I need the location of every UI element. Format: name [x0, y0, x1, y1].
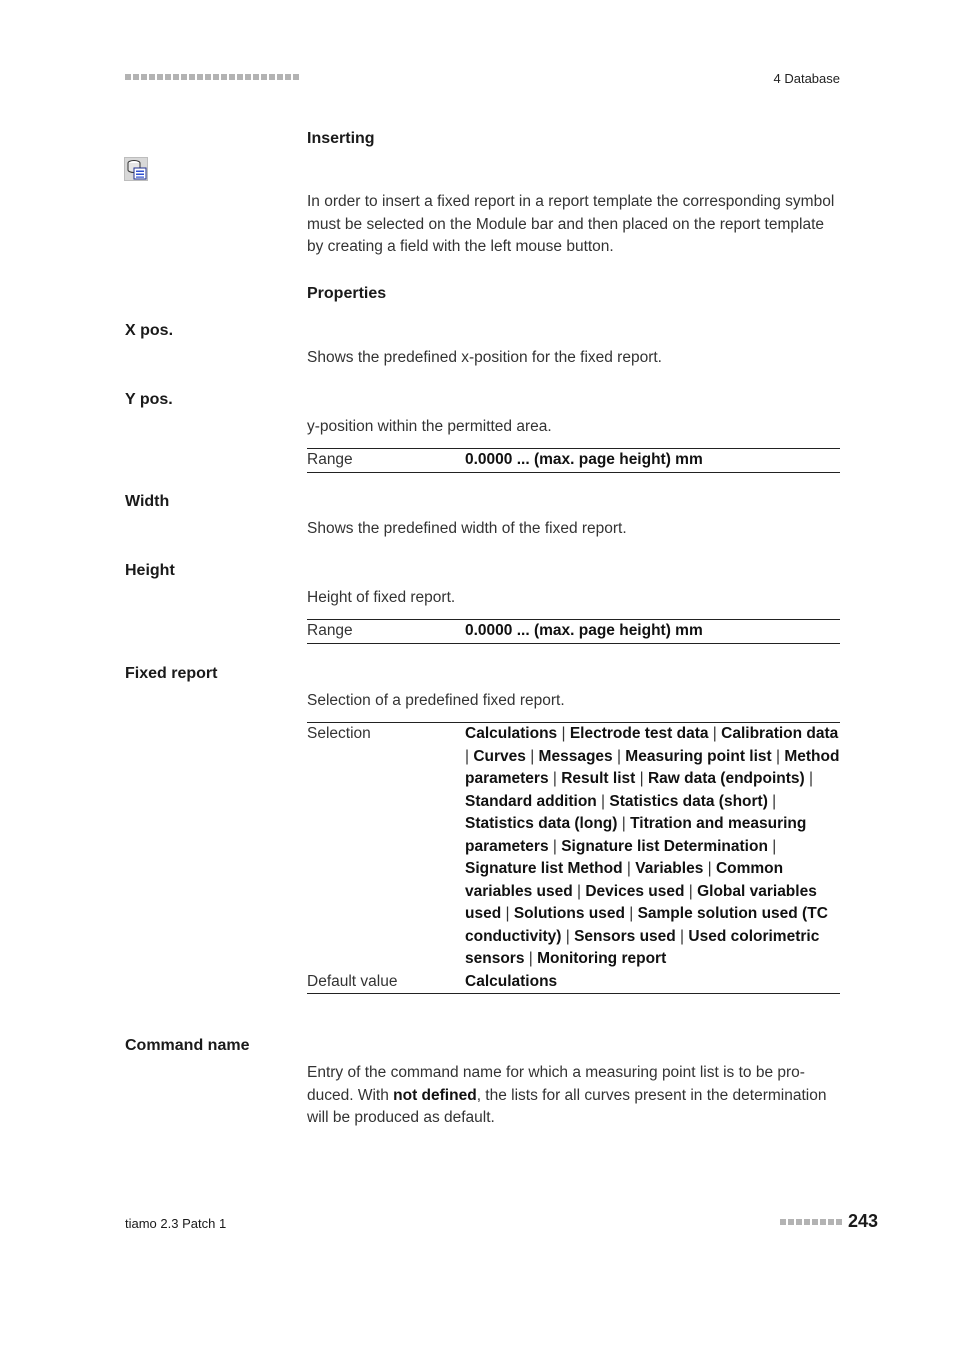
- option-separator: |: [548, 770, 562, 787]
- option-separator: |: [524, 950, 538, 967]
- selection-option: Monitoring report: [537, 950, 667, 967]
- footer-product: tiamo 2.3 Patch 1: [125, 1216, 227, 1231]
- selection-option: Variables: [635, 860, 704, 877]
- option-separator: |: [675, 927, 689, 945]
- range-key: Range: [307, 451, 353, 468]
- default-row: Default value Calculations: [307, 971, 840, 994]
- option-separator: |: [525, 747, 539, 765]
- default-key: Default value: [307, 972, 398, 990]
- selection-option: Curves: [473, 747, 526, 765]
- footer-decoration: [779, 1218, 842, 1225]
- option-separator: |: [708, 725, 722, 742]
- default-value: Calculations: [465, 972, 558, 990]
- selection-option: Signature list Method: [465, 860, 623, 877]
- selection-option: Raw data (endpoints): [647, 770, 805, 787]
- selection-key: Selection: [307, 725, 371, 742]
- selection-option: Solutions used: [513, 905, 625, 922]
- selection-option: Measuring point list: [625, 747, 772, 765]
- command-name-label: Command name: [125, 1037, 250, 1054]
- selection-option: Statistics data (short): [609, 792, 768, 810]
- range-value: 0.0000 ... (max. page height) mm: [465, 622, 703, 639]
- range-key: Range: [307, 622, 353, 639]
- option-separator: |: [684, 882, 698, 900]
- range-row: Range 0.0000 ... (max. page height) mm: [307, 620, 840, 643]
- y-pos-range-table: Range 0.0000 ... (max. page height) mm: [307, 448, 840, 473]
- selection-option: Sensors used: [574, 927, 676, 945]
- option-separator: |: [612, 747, 626, 765]
- height-label: Height: [125, 562, 175, 579]
- x-pos-text: Shows the predefined x-position for the …: [307, 349, 662, 366]
- option-separator: |: [635, 770, 648, 787]
- option-separator: |: [501, 905, 514, 922]
- chapter-title: 4 Database: [773, 71, 841, 86]
- option-separator: |: [624, 905, 638, 922]
- footer-page: 243: [779, 1211, 878, 1232]
- option-separator: |: [561, 927, 575, 945]
- inserting-heading: Inserting: [307, 130, 375, 147]
- selection-option: Calculations: [465, 725, 558, 742]
- inserting-text: In order to insert a fixed report in a r…: [307, 193, 835, 255]
- option-separator: |: [548, 837, 562, 855]
- height-range-table: Range 0.0000 ... (max. page height) mm: [307, 619, 840, 644]
- option-separator: |: [622, 860, 636, 877]
- selection-row: Selection Calculations | Electrode test …: [307, 723, 840, 971]
- selection-option: Messages: [538, 747, 613, 765]
- page-number: 243: [847, 1211, 878, 1231]
- selection-option: Signature list Determination: [561, 837, 768, 855]
- option-separator: |: [767, 837, 777, 855]
- range-value: 0.0000 ... (max. page height) mm: [465, 451, 703, 468]
- option-separator: |: [804, 770, 814, 787]
- selection-option: Electrode test data: [569, 725, 709, 742]
- fixed-report-label: Fixed report: [125, 665, 218, 682]
- option-separator: |: [771, 747, 785, 765]
- option-separator: |: [617, 815, 631, 832]
- selection-option: Statistics data (long): [465, 815, 618, 832]
- fixed-report-table: Selection Calculations | Electrode test …: [307, 722, 840, 994]
- y-pos-label: Y pos.: [125, 391, 173, 408]
- fixed-report-module-icon: [124, 157, 148, 181]
- width-text: Shows the predefined width of the fixed …: [307, 520, 627, 537]
- y-pos-text: y-position within the permitted area.: [307, 418, 552, 435]
- selection-options: Calculations | Electrode test data | Cal…: [465, 723, 840, 971]
- option-separator: |: [767, 792, 777, 810]
- command-text-bold: not defined: [393, 1086, 477, 1104]
- header-decoration: [125, 74, 299, 80]
- option-separator: |: [557, 725, 570, 742]
- option-separator: |: [572, 882, 586, 900]
- range-row: Range 0.0000 ... (max. page height) mm: [307, 449, 840, 472]
- width-label: Width: [125, 493, 170, 510]
- selection-option: Standard addition: [465, 792, 597, 810]
- fixed-report-text: Selection of a predefined fixed report.: [307, 692, 565, 709]
- command-name-text: Entry of the command name for which a me…: [307, 1062, 840, 1130]
- selection-option: Devices used: [585, 882, 685, 900]
- selection-option: Calibration data: [721, 725, 839, 742]
- option-separator: |: [596, 792, 610, 810]
- selection-option: Result list: [561, 770, 636, 787]
- x-pos-label: X pos.: [125, 322, 174, 339]
- properties-heading: Properties: [307, 285, 387, 302]
- option-separator: |: [703, 860, 716, 877]
- height-text: Height of fixed report.: [307, 589, 456, 606]
